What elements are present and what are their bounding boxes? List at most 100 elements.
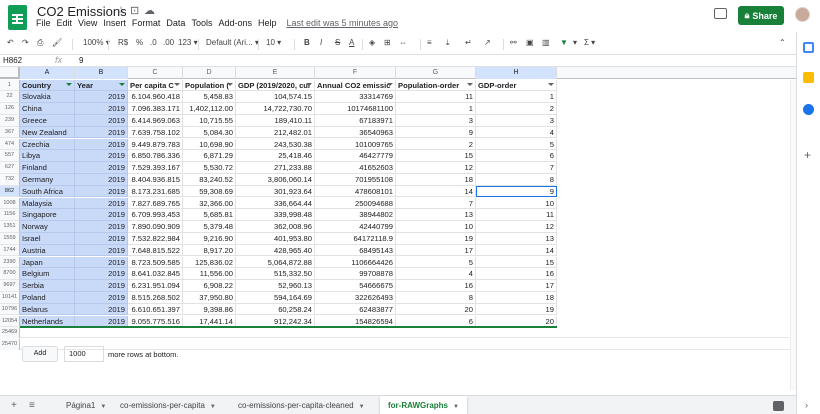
- row-number[interactable]: 8700: [0, 268, 20, 281]
- table-cell[interactable]: 36540963: [315, 126, 396, 139]
- table-cell[interactable]: 13: [476, 232, 557, 245]
- table-cell[interactable]: 189,410.11: [236, 114, 315, 127]
- table-cell[interactable]: Slovakia: [20, 91, 75, 104]
- tasks-icon[interactable]: [803, 104, 814, 115]
- row-number[interactable]: 1351: [0, 221, 20, 233]
- row-number[interactable]: 367: [0, 126, 20, 139]
- text-rotate-icon[interactable]: ↗: [484, 38, 491, 47]
- table-cell[interactable]: 38944802: [315, 209, 396, 222]
- menu-format[interactable]: Format: [129, 18, 164, 28]
- add-sheet-icon[interactable]: +: [11, 400, 17, 411]
- paint-format-icon[interactable]: 🖌︎: [52, 38, 62, 47]
- table-cell[interactable]: 9: [476, 185, 557, 198]
- table-cell[interactable]: 8.641.032.845: [128, 268, 183, 281]
- table-cell[interactable]: 2019: [75, 291, 128, 304]
- add-rows-button[interactable]: Add: [22, 346, 58, 362]
- functions-button[interactable]: Σ ▾: [584, 38, 595, 47]
- get-addons-icon[interactable]: +: [804, 148, 811, 162]
- table-cell[interactable]: 10,715.55: [183, 114, 236, 127]
- column-title-cell[interactable]: GDP (2019/2020, cur: [236, 79, 315, 92]
- table-cell[interactable]: Norway: [20, 221, 75, 233]
- table-cell[interactable]: 14: [476, 244, 557, 257]
- table-cell[interactable]: 15: [396, 150, 476, 163]
- vertical-align-icon[interactable]: ⤓: [446, 38, 450, 48]
- table-cell[interactable]: Belgium: [20, 268, 75, 281]
- row-number[interactable]: 126: [0, 103, 20, 115]
- table-cell[interactable]: 18: [476, 291, 557, 304]
- row-number[interactable]: 12054: [0, 315, 20, 328]
- table-cell[interactable]: 6.104.960.418: [128, 91, 183, 104]
- table-cell[interactable]: 5: [476, 138, 557, 151]
- table-cell[interactable]: 250094688: [315, 197, 396, 210]
- tab-pagina1[interactable]: Página1 ▼: [58, 396, 114, 414]
- column-title-cell[interactable]: GDP-order: [476, 79, 557, 92]
- table-cell[interactable]: 4: [476, 126, 557, 139]
- table-cell[interactable]: 1: [396, 103, 476, 115]
- table-cell[interactable]: 3: [396, 114, 476, 127]
- undo-icon[interactable]: ↶: [7, 38, 14, 47]
- table-cell[interactable]: 32,366.00: [183, 197, 236, 210]
- avatar[interactable]: [795, 7, 810, 22]
- table-cell[interactable]: 7.639.758.102: [128, 126, 183, 139]
- filter-dropdown-icon[interactable]: [119, 82, 125, 88]
- table-cell[interactable]: 8.723.509.585: [128, 256, 183, 269]
- filter-dropdown-icon[interactable]: [174, 82, 180, 88]
- row-number[interactable]: 1559: [0, 232, 20, 245]
- table-cell[interactable]: Serbia: [20, 280, 75, 292]
- table-cell[interactable]: 12: [396, 162, 476, 174]
- increase-decimal-button[interactable]: .00: [163, 38, 174, 47]
- column-header-g[interactable]: G: [396, 67, 476, 79]
- table-cell[interactable]: 362,008.96: [236, 221, 315, 233]
- table-cell[interactable]: 64172118.9: [315, 232, 396, 245]
- table-cell[interactable]: 6.231.951.094: [128, 280, 183, 292]
- table-cell[interactable]: 5,458.83: [183, 91, 236, 104]
- table-cell[interactable]: 5: [396, 256, 476, 269]
- table-cell[interactable]: 8: [396, 291, 476, 304]
- table-cell[interactable]: 6.850.786.336: [128, 150, 183, 163]
- sheets-logo-icon[interactable]: [8, 5, 27, 30]
- table-cell[interactable]: 339,998.48: [236, 209, 315, 222]
- table-cell[interactable]: 104,574.15: [236, 91, 315, 104]
- table-cell[interactable]: 6,871.29: [183, 150, 236, 163]
- insert-chart-icon[interactable]: ▥: [542, 38, 550, 47]
- table-cell[interactable]: 10: [476, 197, 557, 210]
- table-cell[interactable]: 1106664426: [315, 256, 396, 269]
- table-cell[interactable]: 2019: [75, 162, 128, 174]
- table-cell[interactable]: 7.648.815.522: [128, 244, 183, 257]
- table-cell[interactable]: 7.890.090.909: [128, 221, 183, 233]
- text-color-button[interactable]: A: [349, 38, 354, 47]
- table-cell[interactable]: 594,164.69: [236, 291, 315, 304]
- column-header-b[interactable]: B: [75, 67, 128, 79]
- table-cell[interactable]: 2019: [75, 221, 128, 233]
- filter-dropdown-icon[interactable]: [467, 82, 473, 88]
- column-header-a[interactable]: A: [20, 67, 75, 79]
- keep-icon[interactable]: [803, 72, 814, 83]
- table-cell[interactable]: 2019: [75, 150, 128, 163]
- table-cell[interactable]: Singapore: [20, 209, 75, 222]
- table-cell[interactable]: 14: [396, 185, 476, 198]
- filter-dropdown-icon[interactable]: [387, 82, 393, 88]
- table-cell[interactable]: 46427779: [315, 150, 396, 163]
- table-cell[interactable]: 7.532.822.984: [128, 232, 183, 245]
- table-cell[interactable]: China: [20, 103, 75, 115]
- table-cell[interactable]: 19: [396, 232, 476, 245]
- strikethrough-button[interactable]: S: [335, 38, 340, 47]
- redo-icon[interactable]: ↷: [22, 38, 29, 47]
- table-cell[interactable]: Germany: [20, 173, 75, 186]
- table-cell[interactable]: 2019: [75, 280, 128, 292]
- table-cell[interactable]: 7: [476, 162, 557, 174]
- table-cell[interactable]: Belarus: [20, 303, 75, 316]
- table-cell[interactable]: 33314769: [315, 91, 396, 104]
- column-title-cell[interactable]: Year: [75, 79, 128, 92]
- row-number[interactable]: 1744: [0, 244, 20, 257]
- table-cell[interactable]: 6.709.993.453: [128, 209, 183, 222]
- table-cell[interactable]: South Africa: [20, 185, 75, 198]
- table-cell[interactable]: 8,917.20: [183, 244, 236, 257]
- table-cell[interactable]: New Zealand: [20, 126, 75, 139]
- table-cell[interactable]: Finland: [20, 162, 75, 174]
- table-cell[interactable]: 4: [396, 268, 476, 281]
- collapse-menus-icon[interactable]: ⌃: [779, 38, 786, 47]
- merge-cells-icon[interactable]: ⇔: [399, 38, 407, 47]
- table-cell[interactable]: 701955108: [315, 173, 396, 186]
- column-header-h[interactable]: H: [476, 67, 557, 79]
